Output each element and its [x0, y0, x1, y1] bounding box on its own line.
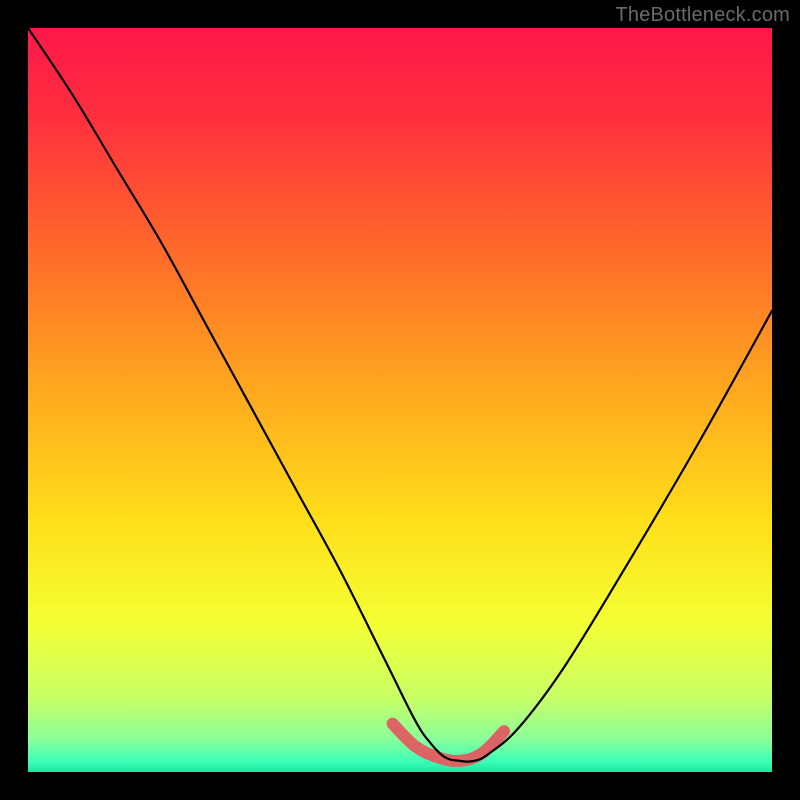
- curve-layer: [28, 28, 772, 772]
- chart-frame: TheBottleneck.com: [0, 0, 800, 800]
- bottleneck-curve: [28, 28, 772, 762]
- watermark-text: TheBottleneck.com: [615, 4, 790, 27]
- plot-area: [28, 28, 772, 772]
